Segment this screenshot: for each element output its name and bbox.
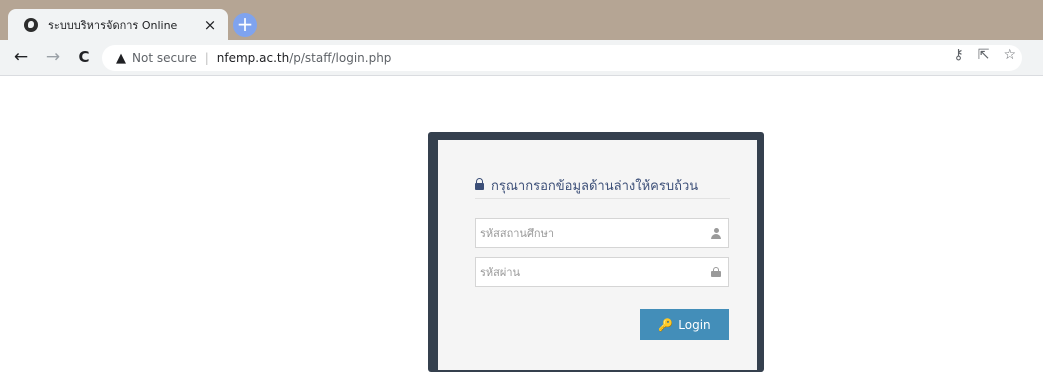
- school-code-input[interactable]: [476, 219, 704, 247]
- forward-button[interactable]: →: [42, 46, 64, 68]
- back-button[interactable]: ←: [10, 46, 32, 68]
- url-path[interactable]: /p/staff/login.php: [289, 51, 391, 65]
- address-bar[interactable]: ▲ Not secure | nfemp.ac.th/p/staff/login…: [102, 45, 1022, 71]
- login-heading-text: กรุณากรอกข้อมูลด้านล่างให้ครบถ้วน: [491, 178, 699, 194]
- url-separator: |: [204, 51, 209, 65]
- tab-title: ระบบบริหารจัดการ Online: [48, 18, 178, 32]
- lock-icon: [475, 178, 484, 190]
- login-heading: กรุณากรอกข้อมูลด้านล่างให้ครบถ้วน: [475, 172, 730, 199]
- school-code-field: [475, 218, 729, 248]
- warning-icon[interactable]: ▲: [116, 51, 126, 66]
- login-button[interactable]: 🔑 Login: [640, 309, 729, 340]
- bookmark-star-icon[interactable]: ☆: [1003, 47, 1016, 63]
- browser-toolbar: ← → C ▲ Not secure | nfemp.ac.th/p/staff…: [0, 40, 1043, 76]
- new-tab-button[interactable]: +: [233, 13, 257, 37]
- reload-button[interactable]: C: [73, 46, 95, 68]
- security-label[interactable]: Not secure: [132, 51, 197, 65]
- omnibox-actions: ⚷ ⇱ ☆: [953, 47, 1016, 63]
- key-icon: 🔑: [658, 317, 674, 332]
- tab-close-button[interactable]: ×: [200, 15, 220, 35]
- password-input[interactable]: [476, 258, 704, 286]
- browser-tab[interactable]: ระบบบริหารจัดการ Online ×: [8, 9, 228, 40]
- user-icon: [711, 228, 721, 239]
- lock-icon: [711, 267, 721, 278]
- share-icon[interactable]: ⇱: [978, 47, 990, 63]
- password-field: [475, 257, 729, 287]
- tab-strip: ระบบบริหารจัดการ Online × +: [0, 0, 1043, 40]
- password-key-icon[interactable]: ⚷: [953, 47, 963, 63]
- globe-icon: [24, 17, 38, 32]
- login-button-label: Login: [678, 317, 711, 332]
- url-host[interactable]: nfemp.ac.th: [217, 51, 289, 65]
